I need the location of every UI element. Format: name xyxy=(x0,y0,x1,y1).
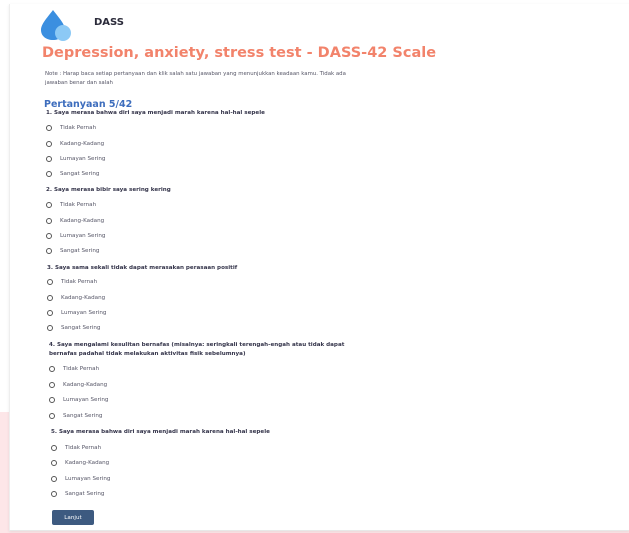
radio-button[interactable] xyxy=(49,397,55,403)
q2-option-1[interactable]: Tidak Pernah xyxy=(46,202,96,208)
q1-option-3[interactable]: Lumayan Sering xyxy=(46,156,105,162)
radio-button[interactable] xyxy=(51,445,57,451)
option-label: Tidak Pernah xyxy=(63,366,100,372)
q5-option-1[interactable]: Tidak Pernah xyxy=(51,445,101,451)
option-label: Tidak Pernah xyxy=(65,445,102,451)
radio-button[interactable] xyxy=(51,460,57,466)
q3-option-3[interactable]: Lumayan Sering xyxy=(47,310,106,316)
option-label: Lumayan Sering xyxy=(65,476,111,482)
option-label: Lumayan Sering xyxy=(60,156,106,162)
question-4-text: 4. Saya mengalami kesulitan bernafas (mi… xyxy=(49,342,345,357)
option-label: Kadang-Kadang xyxy=(61,295,106,301)
radio-button[interactable] xyxy=(46,248,52,254)
radio-button[interactable] xyxy=(47,279,53,285)
radio-button[interactable] xyxy=(49,413,55,419)
next-button[interactable]: Lanjut xyxy=(52,510,94,525)
q4-option-1[interactable]: Tidak Pernah xyxy=(49,366,99,372)
question-3-text: 3. Saya sama sekali tidak dapat merasaka… xyxy=(47,265,238,271)
q5-option-4[interactable]: Sangat Sering xyxy=(51,491,104,497)
radio-button[interactable] xyxy=(49,366,55,372)
q5-option-2[interactable]: Kadang-Kadang xyxy=(51,460,109,466)
option-label: Kadang-Kadang xyxy=(60,218,105,224)
q5-option-3[interactable]: Lumayan Sering xyxy=(51,476,110,482)
radio-button[interactable] xyxy=(46,125,52,131)
q3-option-1[interactable]: Tidak Pernah xyxy=(47,279,97,285)
water-drop-logo-icon xyxy=(41,10,71,41)
option-label: Sangat Sering xyxy=(61,325,101,331)
q2-option-3[interactable]: Lumayan Sering xyxy=(46,233,105,239)
instruction-note: Note : Harap baca setiap pertanyaan dan … xyxy=(45,71,346,86)
q4-option-3[interactable]: Lumayan Sering xyxy=(49,397,108,403)
option-label: Tidak Pernah xyxy=(60,202,97,208)
q1-option-4[interactable]: Sangat Sering xyxy=(46,171,99,177)
option-label: Sangat Sering xyxy=(65,491,105,497)
radio-button[interactable] xyxy=(46,218,52,224)
option-label: Kadang-Kadang xyxy=(63,382,108,388)
radio-button[interactable] xyxy=(49,382,55,388)
page-title: Depression, anxiety, stress test - DASS-… xyxy=(42,45,437,61)
option-label: Kadang-Kadang xyxy=(65,460,110,466)
option-label: Tidak Pernah xyxy=(61,279,98,285)
radio-button[interactable] xyxy=(47,310,53,316)
q3-option-4[interactable]: Sangat Sering xyxy=(47,325,100,331)
option-label: Sangat Sering xyxy=(60,171,100,177)
option-label: Lumayan Sering xyxy=(63,397,109,403)
q4-option-2[interactable]: Kadang-Kadang xyxy=(49,382,107,388)
option-label: Lumayan Sering xyxy=(60,233,106,239)
radio-button[interactable] xyxy=(47,325,53,331)
q2-option-4[interactable]: Sangat Sering xyxy=(46,248,99,254)
q3-option-2[interactable]: Kadang-Kadang xyxy=(47,295,105,301)
option-label: Kadang-Kadang xyxy=(60,141,105,147)
radio-button[interactable] xyxy=(46,156,52,162)
option-label: Lumayan Sering xyxy=(61,310,107,316)
q1-option-1[interactable]: Tidak Pernah xyxy=(46,125,96,131)
brand-name: DASS xyxy=(94,17,124,28)
q2-option-2[interactable]: Kadang-Kadang xyxy=(46,218,104,224)
radio-button[interactable] xyxy=(46,141,52,147)
radio-button[interactable] xyxy=(46,233,52,239)
q1-option-2[interactable]: Kadang-Kadang xyxy=(46,141,104,147)
option-label: Sangat Sering xyxy=(63,413,103,419)
question-1-text: 1. Saya merasa bahwa diri saya menjadi m… xyxy=(46,110,265,116)
radio-button[interactable] xyxy=(47,295,53,301)
radio-button[interactable] xyxy=(51,491,57,497)
question-2-text: 2. Saya merasa bibir saya sering kering xyxy=(46,187,171,193)
q4-option-4[interactable]: Sangat Sering xyxy=(49,413,102,419)
quiz-card: DASS Depression, anxiety, stress test - … xyxy=(9,4,629,531)
question-5-text: 5. Saya merasa bahwa diri saya menjadi m… xyxy=(51,429,270,435)
option-label: Tidak Pernah xyxy=(60,125,97,131)
radio-button[interactable] xyxy=(51,476,57,482)
option-label: Sangat Sering xyxy=(60,248,100,254)
radio-button[interactable] xyxy=(46,202,52,208)
radio-button[interactable] xyxy=(46,171,52,177)
